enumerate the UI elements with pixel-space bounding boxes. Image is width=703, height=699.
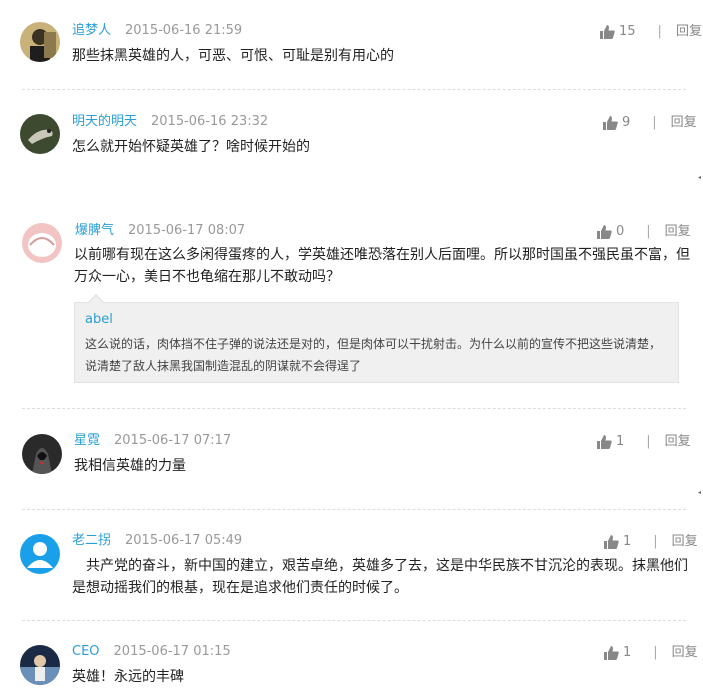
like-count: 1 bbox=[616, 434, 625, 449]
comment-actions: 1 | 回复 bbox=[597, 433, 691, 451]
username-link[interactable]: CEO bbox=[72, 644, 100, 659]
action-separator: | bbox=[652, 115, 657, 130]
comment-text: 我相信英雄的力量 bbox=[74, 458, 186, 474]
comment-text: 那些抹黑英雄的人，可恶、可恨、可耻是别有用心的 bbox=[72, 48, 394, 64]
comment-time: 2015-06-16 23:32 bbox=[151, 114, 269, 129]
like-count: 1 bbox=[623, 534, 632, 549]
comment-actions: 1 | 回复 bbox=[604, 533, 698, 551]
action-separator: | bbox=[653, 645, 658, 660]
thumbs-up-icon[interactable] bbox=[603, 116, 618, 130]
username-link[interactable]: 爆脾气 bbox=[75, 223, 114, 238]
comment-text-line: 万众一心，美日不也龟缩在那儿不敢动吗？ bbox=[74, 269, 340, 285]
comment-time: 2015-06-17 05:49 bbox=[125, 533, 243, 548]
user-avatar[interactable] bbox=[22, 434, 62, 474]
comment-time: 2015-06-17 01:15 bbox=[113, 644, 231, 659]
action-separator: | bbox=[646, 224, 651, 239]
comment-time: 2015-06-17 08:07 bbox=[128, 223, 246, 238]
edge-marker: ◂ bbox=[698, 174, 702, 181]
quote-text-line: 这么说的话，肉体挡不住子弹的说法还是对的，但是肉体可以干扰射击。为什么以前的宣传… bbox=[85, 337, 662, 351]
reply-link[interactable]: 回复 bbox=[672, 533, 698, 551]
user-avatar[interactable] bbox=[22, 223, 62, 263]
comment-meta: CEO 2015-06-17 01:15 bbox=[72, 643, 231, 661]
like-count: 0 bbox=[616, 224, 625, 239]
comment-actions: 15 | 回复 bbox=[600, 23, 702, 41]
comment-divider bbox=[22, 89, 686, 90]
username-link[interactable]: 追梦人 bbox=[72, 23, 111, 38]
comment-actions: 0 | 回复 bbox=[597, 223, 691, 241]
comment-time: 2015-06-16 21:59 bbox=[125, 23, 243, 38]
reply-link[interactable]: 回复 bbox=[671, 114, 697, 132]
comment-meta: 星霓 2015-06-17 07:17 bbox=[74, 432, 231, 450]
action-separator: | bbox=[657, 24, 662, 39]
like-count: 15 bbox=[619, 24, 636, 39]
thumbs-up-icon[interactable] bbox=[597, 225, 612, 239]
comment-text: 怎么就开始怀疑英雄了？啥时候开始的 bbox=[72, 139, 310, 155]
comment-text-line: 共产党的奋斗，新中国的建立，艰苦卓绝，英雄多了去，这是中华民族不甘沉沦的表现。抹… bbox=[72, 558, 688, 574]
user-avatar[interactable] bbox=[20, 645, 60, 685]
comment-actions: 1 | 回复 bbox=[604, 644, 698, 662]
user-avatar[interactable] bbox=[20, 22, 60, 62]
comment-text: 英雄！永远的丰碑 bbox=[72, 669, 184, 685]
username-link[interactable]: 星霓 bbox=[74, 433, 100, 448]
comment-text-line: 是想动摇我们的根基，现在是追求他们责任的时候了。 bbox=[72, 580, 408, 596]
edge-marker: ◂ bbox=[698, 489, 702, 496]
comment-divider bbox=[22, 408, 686, 409]
quoted-reply: abel 这么说的话，肉体挡不住子弹的说法还是对的，但是肉体可以干扰射击。为什么… bbox=[74, 302, 679, 383]
thumbs-up-icon[interactable] bbox=[604, 646, 619, 660]
quote-text: 这么说的话，肉体挡不住子弹的说法还是对的，但是肉体可以干扰射击。为什么以前的宣传… bbox=[85, 333, 670, 377]
comment-meta: 老二拐 2015-06-17 05:49 bbox=[72, 532, 242, 550]
like-count: 9 bbox=[622, 115, 631, 130]
comment-text-line: 以前哪有现在这么多闲得蛋疼的人，学英雄还唯恐落在别人后面哩。所以那时国虽不强民虽… bbox=[74, 247, 690, 263]
comment-meta: 追梦人 2015-06-16 21:59 bbox=[72, 22, 242, 40]
comment-meta: 明天的明天 2015-06-16 23:32 bbox=[72, 113, 268, 131]
quote-pointer-fill bbox=[89, 296, 103, 303]
reply-link[interactable]: 回复 bbox=[676, 23, 702, 41]
reply-link[interactable]: 回复 bbox=[665, 433, 691, 451]
comment-divider bbox=[22, 509, 686, 510]
reply-link[interactable]: 回复 bbox=[672, 644, 698, 662]
thumbs-up-icon[interactable] bbox=[597, 435, 612, 449]
username-link[interactable]: 老二拐 bbox=[72, 533, 111, 548]
comment-divider bbox=[22, 620, 686, 621]
comment-actions: 9 | 回复 bbox=[603, 114, 697, 132]
thumbs-up-icon[interactable] bbox=[604, 535, 619, 549]
quote-text-line: 说清楚了敌人抹黑我国制造混乱的阴谋就不会得逞了 bbox=[85, 359, 362, 373]
default-user-avatar-icon[interactable] bbox=[20, 534, 60, 574]
action-separator: | bbox=[653, 534, 658, 549]
comment-time: 2015-06-17 07:17 bbox=[114, 433, 232, 448]
user-avatar[interactable] bbox=[20, 114, 60, 154]
reply-link[interactable]: 回复 bbox=[665, 223, 691, 241]
like-count: 1 bbox=[623, 645, 632, 660]
username-link[interactable]: 明天的明天 bbox=[72, 114, 137, 129]
action-separator: | bbox=[646, 434, 651, 449]
thumbs-up-icon[interactable] bbox=[600, 25, 615, 39]
quote-username-link[interactable]: abel bbox=[85, 312, 113, 327]
comment-meta: 爆脾气 2015-06-17 08:07 bbox=[75, 222, 245, 240]
